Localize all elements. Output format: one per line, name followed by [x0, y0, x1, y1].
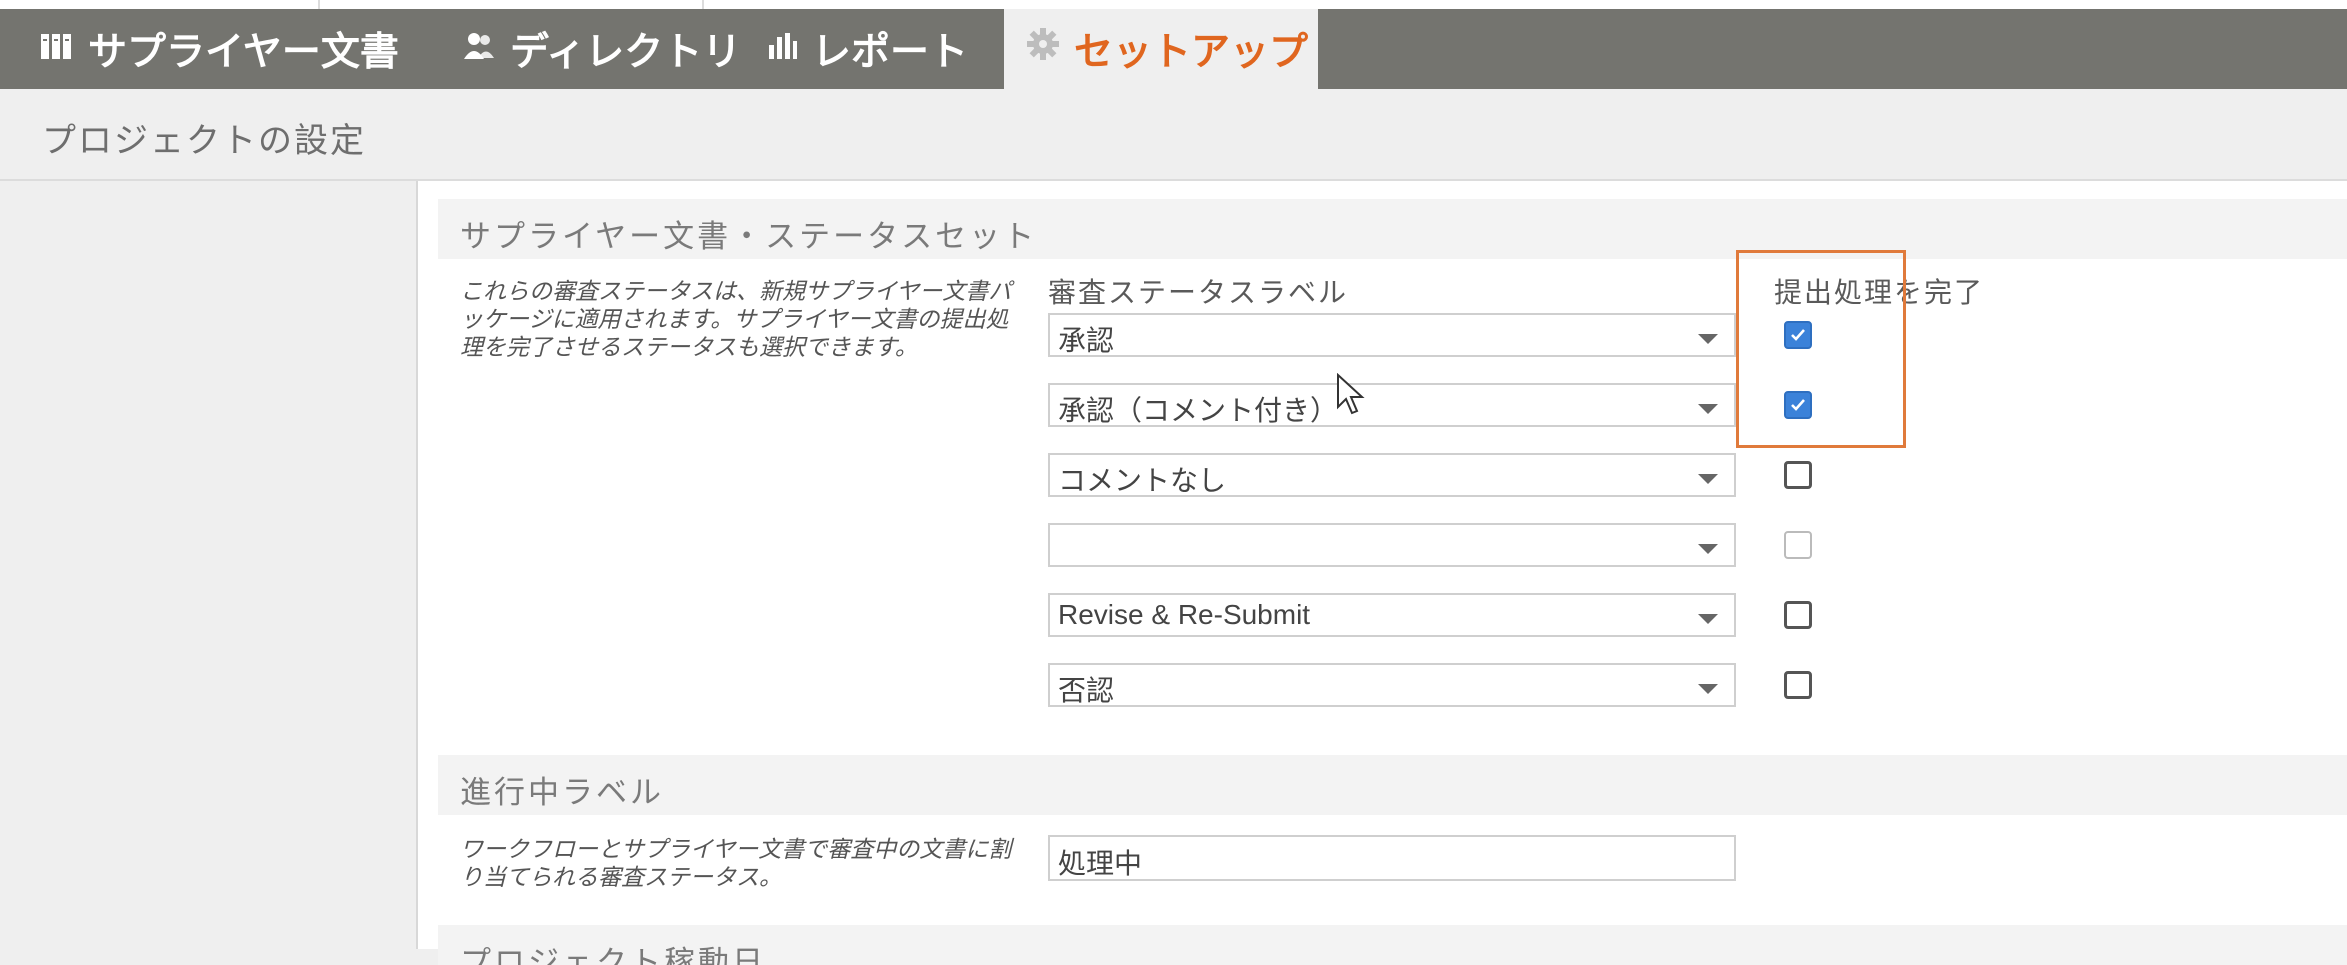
mouse-cursor-icon: [1336, 372, 1366, 422]
review-status-label-heading: 審査ステータスラベル: [1048, 277, 1349, 308]
in-progress-description: ワークフローとサプライヤー文書で審査中の文書に割り当てられる審査ステータス。: [460, 836, 1012, 890]
complete-checkbox[interactable]: [1784, 531, 1812, 559]
review-status-select[interactable]: 否認: [1048, 663, 1736, 707]
left-sidebar: [0, 181, 418, 949]
review-status-select[interactable]: [1048, 523, 1736, 567]
select-value: コメントなし: [1058, 465, 1227, 496]
settings-panel: サプライヤー文書・ステータスセット これらの審査ステータスは、新規サプライヤー文…: [418, 181, 2347, 965]
tab-label: ディレクトリ: [510, 31, 742, 74]
input-value: 処理中: [1058, 848, 1143, 879]
chevron-down-icon: [1698, 404, 1718, 414]
select-value: 否認: [1058, 675, 1115, 706]
chevron-down-icon: [1698, 684, 1718, 694]
tab-label: レポート: [812, 31, 969, 74]
complete-checkbox[interactable]: [1784, 461, 1812, 489]
tab-reports[interactable]: レポート: [768, 9, 1008, 89]
select-value: Revise & Re-Submit: [1058, 599, 1311, 630]
people-icon: [462, 27, 496, 71]
tab-setup[interactable]: セットアップ: [1004, 9, 1318, 89]
binders-icon: [40, 27, 74, 71]
main-nav-bar: サプライヤー文書 ディレクトリ レポート セットアップ: [0, 9, 2347, 89]
section-header-in-progress: 進行中ラベル: [438, 755, 2347, 815]
chevron-down-icon: [1698, 614, 1718, 624]
top-strip-divider: [702, 0, 704, 9]
select-value: 承認（コメント付き）: [1058, 395, 1339, 426]
top-strip: [0, 0, 2347, 9]
chevron-down-icon: [1698, 474, 1718, 484]
section-title: サプライヤー文書・ステータスセット: [460, 219, 1038, 254]
review-status-select[interactable]: Revise & Re-Submit: [1048, 593, 1736, 637]
gear-icon: [1026, 27, 1060, 71]
complete-checkbox[interactable]: [1784, 671, 1812, 699]
page-title: プロジェクトの設定: [42, 122, 366, 160]
tab-label: サプライヤー文書: [88, 31, 399, 74]
page-header: プロジェクトの設定: [0, 89, 2347, 181]
tab-label: セットアップ: [1074, 31, 1309, 74]
top-strip-divider: [318, 0, 320, 9]
section-title: 進行中ラベル: [460, 775, 664, 810]
chevron-down-icon: [1698, 544, 1718, 554]
in-progress-label-input[interactable]: 処理中: [1048, 835, 1736, 881]
chevron-down-icon: [1698, 334, 1718, 344]
review-status-select[interactable]: 承認（コメント付き）: [1048, 383, 1736, 427]
review-status-select[interactable]: 承認: [1048, 313, 1736, 357]
complete-checkbox[interactable]: [1784, 601, 1812, 629]
section-title: プロジェクト稼動日: [460, 945, 766, 965]
bar-chart-icon: [768, 27, 798, 71]
section-header-status-set: サプライヤー文書・ステータスセット: [438, 199, 2347, 259]
select-value: 承認: [1058, 325, 1115, 356]
review-status-select[interactable]: コメントなし: [1048, 453, 1736, 497]
status-set-description: これらの審査ステータスは、新規サプライヤー文書パッケージに適用されます。サプライ…: [460, 278, 1012, 360]
tab-supplier-documents[interactable]: サプライヤー文書: [40, 9, 420, 89]
section-header-project-start-date: プロジェクト稼動日: [438, 925, 2347, 965]
highlight-box: [1736, 250, 1906, 448]
tab-directory[interactable]: ディレクトリ: [462, 9, 762, 89]
